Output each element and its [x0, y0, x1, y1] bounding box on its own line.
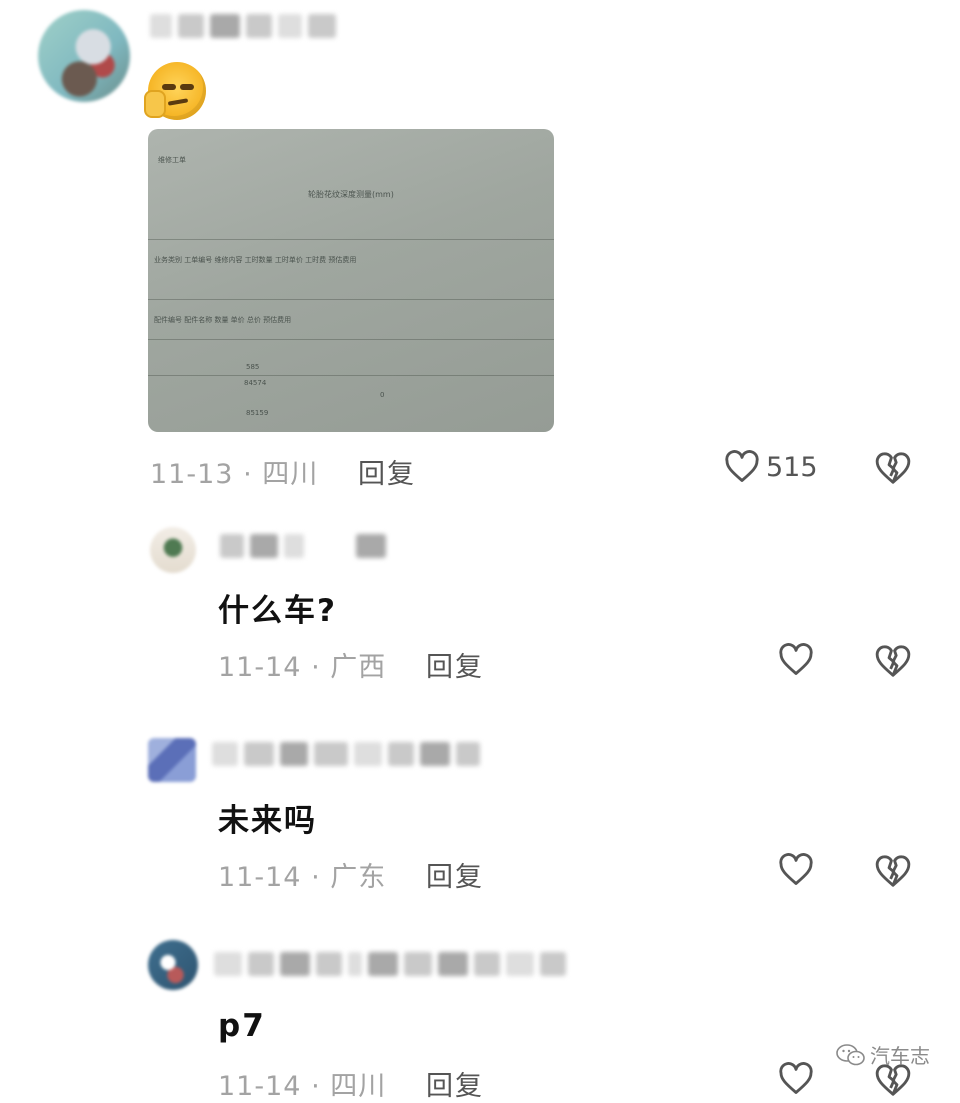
dislike-button[interactable]: [874, 853, 912, 889]
receipt-parts-total: 84574: [244, 379, 267, 387]
receipt-grand-total: 85159: [246, 409, 269, 417]
comment-text: 什么车?: [218, 593, 337, 629]
avatar[interactable]: [38, 10, 130, 102]
comment-date: 11-14: [218, 1071, 302, 1102]
broken-heart-icon: [875, 645, 911, 677]
dislike-button[interactable]: [874, 450, 912, 486]
heart-outline-icon: [779, 853, 813, 885]
watermark-text: 汽车志: [870, 1044, 930, 1068]
receipt-header: 维修工单: [158, 156, 186, 164]
username-blurred[interactable]: [150, 14, 336, 38]
like-button[interactable]: 515: [724, 450, 818, 484]
comment-region: 广西: [330, 652, 387, 683]
comment-date: 11-14: [218, 652, 302, 683]
comment-meta: 11-13 · 四川: [150, 452, 318, 491]
smirk-emoji-sticker: [144, 62, 206, 120]
broken-heart-icon: [875, 452, 911, 484]
comment-meta: 11-14 · 广东: [218, 855, 386, 894]
like-button[interactable]: [778, 643, 814, 677]
receipt-zero: 0: [380, 391, 385, 399]
comment-text: p7: [218, 1008, 266, 1044]
avatar[interactable]: [148, 738, 196, 782]
broken-heart-icon: [875, 855, 911, 887]
meta-separator: ·: [311, 862, 321, 893]
heart-outline-icon: [725, 450, 759, 482]
comment-region: 广东: [330, 862, 387, 893]
reply-button[interactable]: 回复: [426, 855, 484, 894]
comment-region: 四川: [330, 1071, 387, 1102]
meta-separator: ·: [311, 652, 321, 683]
username-blurred[interactable]: [214, 952, 566, 976]
comment-text: 未来吗: [218, 803, 317, 839]
avatar[interactable]: [150, 527, 196, 573]
meta-separator: ·: [243, 459, 253, 490]
watermark: 汽车志: [836, 1040, 930, 1069]
comment-meta: 11-14 · 四川: [218, 1064, 386, 1103]
receipt-row-labor: 业务类别 工单编号 维修内容 工时数量 工时单价 工时费 预估费用: [154, 256, 357, 264]
comment-date: 11-14: [218, 862, 302, 893]
username-blurred[interactable]: [212, 742, 480, 766]
username-blurred[interactable]: [220, 534, 386, 558]
meta-separator: ·: [311, 1071, 321, 1102]
reply-button[interactable]: 回复: [358, 452, 416, 491]
receipt-photo[interactable]: 维修工单 轮胎花纹深度测量(mm) 业务类别 工单编号 维修内容 工时数量 工时…: [148, 129, 554, 432]
comment-meta: 11-14 · 广西: [218, 645, 386, 684]
like-count: 515: [766, 451, 818, 483]
heart-outline-icon: [779, 1062, 813, 1094]
reply-button[interactable]: 回复: [426, 645, 484, 684]
comment-region: 四川: [262, 459, 319, 490]
receipt-title: 轮胎花纹深度测量(mm): [308, 190, 394, 199]
comment-date: 11-13: [150, 459, 234, 490]
wechat-icon: [836, 1043, 865, 1065]
reply-button[interactable]: 回复: [426, 1064, 484, 1103]
avatar[interactable]: [148, 940, 198, 990]
dislike-button[interactable]: [874, 643, 912, 679]
receipt-row-parts: 配件编号 配件名称 数量 单价 总价 预估费用: [154, 316, 292, 324]
like-button[interactable]: [778, 1062, 814, 1096]
like-button[interactable]: [778, 853, 814, 887]
heart-outline-icon: [779, 643, 813, 675]
receipt-labor-total: 585: [246, 363, 260, 371]
